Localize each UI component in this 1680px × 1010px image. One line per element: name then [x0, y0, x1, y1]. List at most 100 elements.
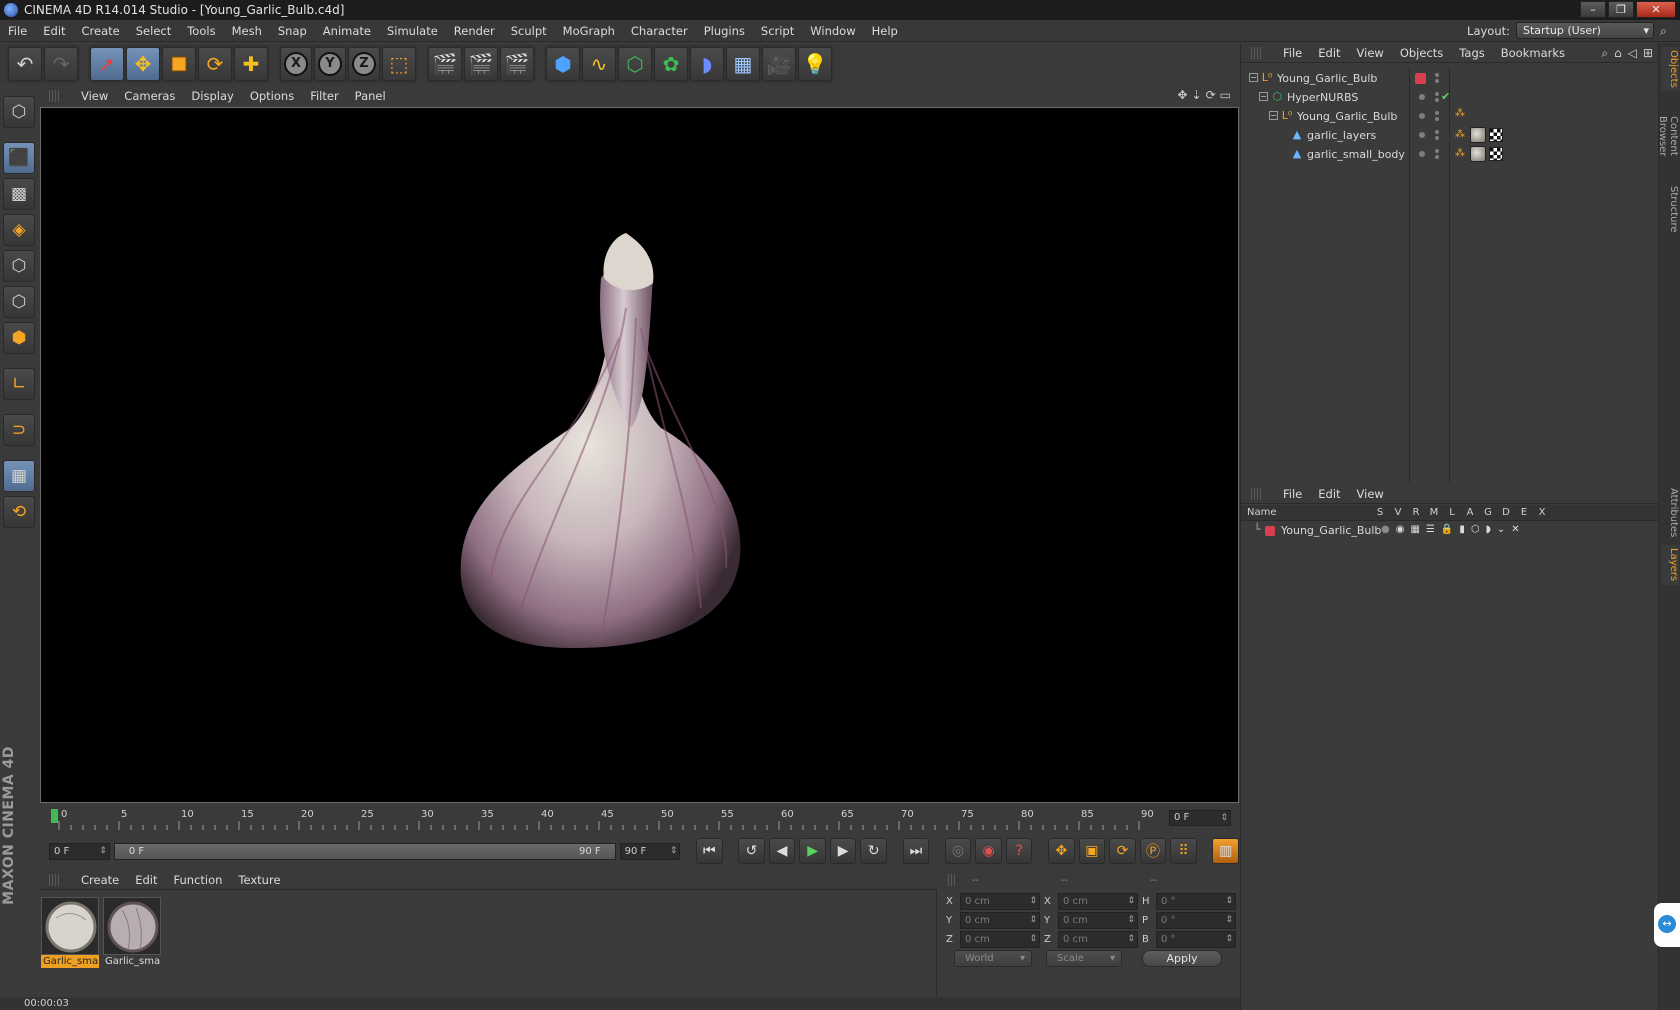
coordinate-space-dropdown[interactable]: World — [954, 950, 1032, 967]
menu-help[interactable]: Help — [864, 24, 906, 38]
search-icon[interactable]: ⌕ — [1660, 24, 1674, 38]
cube-icon[interactable]: ⬢ — [546, 47, 580, 81]
manager-toggle-icon[interactable]: ☰ — [1426, 524, 1435, 535]
menu-simulate[interactable]: Simulate — [379, 24, 446, 38]
tab-attributes[interactable]: Attributes — [1661, 485, 1679, 541]
object-name[interactable]: HyperNURBS — [1287, 91, 1358, 104]
xref-toggle-icon[interactable]: ✕ — [1511, 524, 1519, 535]
add-object-icon[interactable]: ✚ — [234, 47, 268, 81]
object-name[interactable]: Young_Garlic_Bulb — [1277, 72, 1377, 85]
panel-grip[interactable] — [49, 89, 59, 102]
frame-range-slider[interactable]: 0 F 90 F — [113, 842, 616, 860]
texture-mode-icon[interactable]: ▩ — [3, 178, 35, 210]
expressions-toggle-icon[interactable]: ⌄ — [1497, 524, 1505, 535]
objects-menu-tags[interactable]: Tags — [1451, 46, 1492, 60]
previous-key-icon[interactable]: ↺ — [738, 838, 765, 864]
autokey-icon[interactable]: ◉ — [975, 838, 1002, 864]
menu-snap[interactable]: Snap — [270, 24, 315, 38]
object-name[interactable]: garlic_small_body — [1307, 148, 1405, 161]
back-icon[interactable]: ◁ — [1628, 46, 1637, 61]
world-coordinates-icon[interactable]: ⬚ — [382, 47, 416, 81]
layer-dot[interactable] — [1419, 113, 1425, 119]
position-key-icon[interactable]: ✥ — [1048, 838, 1075, 864]
editor-visibility-dot[interactable] — [1435, 73, 1439, 77]
column-expressions[interactable]: E — [1515, 507, 1533, 518]
panel-grip[interactable] — [948, 874, 958, 886]
minimize-button[interactable]: – — [1580, 1, 1606, 18]
workplane-mode-icon[interactable]: ◈ — [3, 214, 35, 246]
render-picture-viewer-icon[interactable]: 🎬 — [464, 47, 498, 81]
pan-view-icon[interactable]: ✥ — [1177, 88, 1187, 102]
tree-row[interactable]: ▲ garlic_small_body ⁂ — [1241, 145, 1659, 164]
column-locked[interactable]: L — [1443, 507, 1461, 518]
position-z-field[interactable]: 0 cm — [960, 931, 1040, 948]
render-visibility-dot[interactable] — [1435, 98, 1439, 102]
viewport-menu-filter[interactable]: Filter — [302, 89, 346, 103]
array-icon[interactable]: ✿ — [654, 47, 688, 81]
next-key-icon[interactable]: ↻ — [860, 838, 888, 864]
editor-visibility-dot[interactable] — [1435, 111, 1439, 115]
menu-character[interactable]: Character — [623, 24, 696, 38]
tab-layers[interactable]: Layers — [1661, 545, 1679, 585]
panel-grip[interactable] — [49, 873, 59, 886]
layer-dot[interactable] — [1419, 151, 1425, 157]
home-icon[interactable]: ⌂ — [1614, 46, 1622, 61]
model-mode-icon[interactable]: ⬛ — [3, 142, 35, 174]
menu-render[interactable]: Render — [446, 24, 503, 38]
move-icon[interactable]: ✥ — [126, 47, 160, 81]
scale-icon[interactable] — [162, 47, 196, 81]
size-x-field[interactable]: 0 cm — [1058, 893, 1138, 910]
go-to-start-icon[interactable]: ⏮ — [696, 838, 723, 864]
magnet-icon[interactable]: ⊃ — [3, 414, 35, 446]
remote-assist-widget[interactable]: ↔ — [1654, 903, 1680, 947]
material-menu-edit[interactable]: Edit — [127, 873, 165, 887]
tab-structure[interactable]: Structure — [1661, 183, 1679, 235]
uvw-tag-icon[interactable] — [1489, 147, 1503, 161]
point-level-key-icon[interactable]: ⠿ — [1170, 838, 1197, 864]
tree-row[interactable]: ▲ garlic_layers ⁂ — [1241, 126, 1659, 145]
position-x-field[interactable]: 0 cm — [960, 893, 1040, 910]
camera-icon[interactable]: 🎥 — [762, 47, 796, 81]
editor-visibility-dot[interactable] — [1435, 92, 1439, 96]
workplane-lock-icon[interactable]: ▦ — [3, 460, 35, 492]
phong-tag-icon[interactable]: ⁂ — [1455, 148, 1467, 160]
current-frame-field[interactable]: 0 F — [1169, 810, 1231, 826]
collapse-toggle[interactable]: − — [1269, 111, 1278, 120]
column-view[interactable]: V — [1389, 507, 1407, 518]
menu-mograph[interactable]: MoGraph — [555, 24, 623, 38]
rotation-b-field[interactable]: 0 ° — [1156, 931, 1236, 948]
layers-menu-view[interactable]: View — [1349, 487, 1392, 501]
objects-menu-objects[interactable]: Objects — [1392, 46, 1451, 60]
menu-window[interactable]: Window — [802, 24, 863, 38]
axis-mode-icon[interactable]: ∟ — [3, 368, 35, 400]
viewport-menu-options[interactable]: Options — [242, 89, 302, 103]
viewport-menu-view[interactable]: View — [73, 89, 116, 103]
tab-content-browser[interactable]: Content Browser — [1657, 95, 1679, 177]
points-mode-icon[interactable]: ⬡ — [3, 250, 35, 282]
material-menu-function[interactable]: Function — [166, 873, 231, 887]
material-tag-icon[interactable] — [1470, 127, 1486, 143]
next-frame-icon[interactable]: ▶ — [829, 838, 857, 864]
object-name[interactable]: garlic_layers — [1307, 129, 1376, 142]
end-frame-field[interactable]: 90 F — [619, 842, 681, 860]
edit-render-settings-icon[interactable]: 🎬 — [500, 47, 534, 81]
editor-visibility-dot[interactable] — [1435, 149, 1439, 153]
layer-color-swatch[interactable] — [1415, 73, 1426, 84]
render-visibility-dot[interactable] — [1435, 79, 1439, 83]
size-mode-dropdown[interactable]: Scale — [1046, 950, 1122, 967]
x-axis-lock-button[interactable]: X — [280, 47, 312, 81]
search-icon[interactable]: ⌕ — [1601, 46, 1608, 61]
column-animation[interactable]: A — [1461, 507, 1479, 518]
timeline-window-icon[interactable]: ▥ — [1212, 838, 1240, 864]
material-item[interactable]: Garlic_smal — [103, 897, 161, 969]
phong-tag-icon[interactable]: ⁂ — [1455, 108, 1467, 120]
scale-key-icon[interactable]: ▣ — [1078, 838, 1106, 864]
light-icon[interactable]: 💡 — [798, 47, 832, 81]
floor-icon[interactable]: ▦ — [726, 47, 760, 81]
close-button[interactable]: ✕ — [1636, 1, 1676, 18]
edges-mode-icon[interactable]: ⬡ — [3, 286, 35, 318]
current-time-marker[interactable] — [51, 809, 58, 823]
new-window-icon[interactable]: ⊞ — [1643, 46, 1653, 61]
material-item[interactable]: Garlic_smal — [41, 897, 99, 969]
enabled-check-icon[interactable]: ✔ — [1441, 90, 1450, 103]
